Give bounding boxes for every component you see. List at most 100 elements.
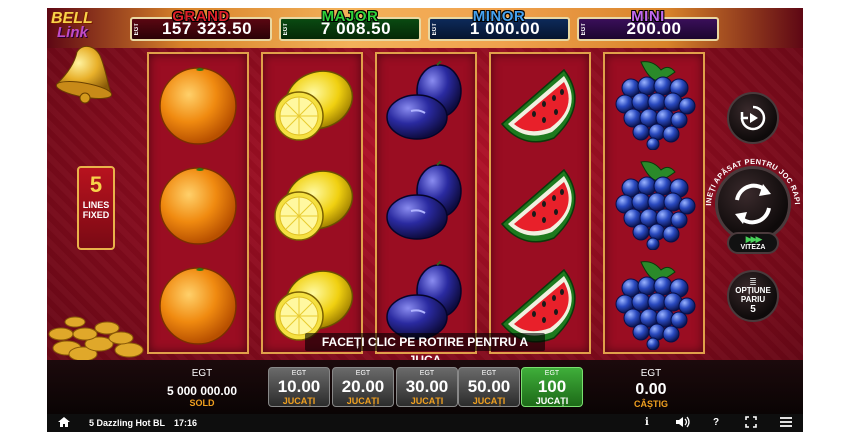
reel-cell (149, 154, 247, 254)
bet-label: JUCAȚI (410, 396, 444, 406)
bet-value: 20.00 (341, 377, 385, 396)
lemon-icon (274, 270, 354, 341)
bet-label: JUCAȚI (472, 396, 506, 406)
speed-label: VITEZA (740, 244, 766, 251)
reel-cell (605, 54, 703, 154)
bell-link-logo: BELL Link (49, 10, 129, 106)
reel-3 (375, 52, 477, 354)
win-label: CÂȘTIG (633, 399, 668, 409)
autoplay-icon (740, 105, 766, 131)
game-name: 5 Dazzling Hot BL (89, 418, 165, 428)
reel-2 (261, 52, 363, 354)
reel-cell (605, 154, 703, 254)
bet-value: 30.00 (405, 377, 449, 396)
jackpot-name: MINI (631, 8, 665, 25)
info-icon[interactable]: i (645, 414, 649, 432)
jackpot-name: GRAND (172, 8, 230, 25)
bet-button-20[interactable]: EGT 20.00 JUCAȚI (332, 367, 394, 407)
lines-label: LINES FIXED (79, 200, 113, 220)
bet-label: JUCAȚI (282, 396, 316, 406)
reel-5 (603, 52, 705, 354)
plum-icon (386, 161, 462, 240)
logo-link-text: Link (57, 24, 88, 41)
lines-count: 5 (89, 172, 103, 197)
bet-options-label-line1: OPȚIUNE (735, 285, 771, 295)
balance-currency: EGT (191, 368, 213, 379)
grapes-icon (615, 61, 696, 150)
bet-options-label-line2: PARIU (740, 294, 766, 304)
reel-4 (489, 52, 591, 354)
lemon-icon (274, 70, 354, 141)
fullscreen-icon[interactable] (745, 414, 757, 432)
reel-cell (491, 54, 589, 154)
grapes-icon (615, 261, 696, 350)
plum-icon (386, 61, 462, 140)
home-icon[interactable] (57, 414, 71, 432)
reel-cell (605, 254, 703, 354)
grapes-icon (615, 161, 696, 250)
win-currency: EGT (640, 368, 662, 379)
reel-cell (149, 54, 247, 154)
balance-display: EGT 5 000 000.00 SOLD (157, 368, 247, 408)
bet-label: JUCAȚI (535, 396, 569, 406)
coin-stack-icon: ≣ (749, 276, 757, 287)
jackpot-currency: EGT (134, 22, 140, 36)
win-display: EGT 0.00 CÂȘTIG (621, 368, 681, 409)
bottom-panel: EGT 5 000 000.00 SOLD EGT 10.00 JUCAȚI E… (47, 360, 803, 414)
bet-options-value: 5 (750, 303, 756, 315)
watermelon-icon (500, 68, 576, 143)
balance-label: SOLD (189, 398, 215, 408)
reel-cell (263, 54, 361, 154)
jackpot-name: MAJOR (321, 8, 379, 25)
bet-options-label: OPȚIUNE PARIU (735, 286, 771, 304)
status-bar: 5 Dazzling Hot BL 17:16 i ? (47, 414, 803, 432)
clock: 17:16 (174, 418, 198, 428)
lines-label-line2: FIXED (82, 210, 110, 220)
reel-1 (147, 52, 249, 354)
win-value: 0.00 (635, 381, 667, 398)
jackpot-major: MAJOR EGT 7 008.50 (279, 8, 421, 41)
reel-cell (149, 254, 247, 354)
gold-coins-icon (48, 316, 144, 362)
bet-options-button[interactable]: ≣ OPȚIUNE PARIU 5 (727, 270, 779, 322)
balance-value: 5 000 000.00 (166, 384, 238, 398)
game-area: GRAND EGT 157 323.50 MAJOR EGT 7 008.50 … (47, 8, 803, 414)
jackpot-grand: GRAND EGT 157 323.50 (130, 8, 272, 41)
bet-button-100[interactable]: EGT 100 JUCAȚI (521, 367, 583, 407)
watermelon-icon (500, 168, 576, 243)
reel-cell (263, 154, 361, 254)
reel-cell (377, 154, 475, 254)
bet-label: JUCAȚI (346, 396, 380, 406)
bet-button-50[interactable]: EGT 50.00 JUCAȚI (458, 367, 520, 407)
reel-cell (491, 154, 589, 254)
orange-icon (159, 167, 237, 245)
help-icon[interactable]: ? (713, 414, 719, 432)
bet-value: 50.00 (467, 377, 511, 396)
spin-icon (735, 183, 771, 225)
watermelon-icon (500, 268, 576, 343)
menu-icon[interactable] (779, 414, 793, 432)
jackpot-mini: MINI EGT 200.00 (577, 8, 719, 41)
reel-cell (377, 54, 475, 154)
bet-button-10[interactable]: EGT 10.00 JUCAȚI (268, 367, 330, 407)
jackpot-name: MINOR (472, 8, 526, 25)
spin-message: FACEȚI CLIC PE ROTIRE PENTRU A JUCA (305, 333, 545, 367)
fast-forward-icon: ▶▶▶ (745, 234, 763, 244)
lines-label-line1: LINES (82, 200, 110, 210)
jackpot-currency: EGT (283, 22, 289, 36)
orange-icon (159, 67, 237, 145)
jackpot-currency: EGT (581, 22, 587, 36)
jackpot-bar: GRAND EGT 157 323.50 MAJOR EGT 7 008.50 … (47, 8, 803, 48)
bet-value: 10.00 (277, 377, 321, 396)
lines-fixed-panel: 5 LINES FIXED (77, 166, 115, 250)
lemon-icon (274, 170, 354, 241)
jackpot-minor: MINOR EGT 1 000.00 (428, 8, 570, 41)
sound-icon[interactable] (675, 414, 691, 432)
autoplay-button[interactable] (727, 92, 779, 144)
spin-button[interactable] (715, 166, 791, 242)
jackpot-currency: EGT (432, 22, 438, 36)
orange-icon (159, 267, 237, 345)
speed-button[interactable]: ▶▶▶ VITEZA (727, 232, 779, 254)
bet-value: 100 (537, 377, 567, 396)
bet-button-30[interactable]: EGT 30.00 JUCAȚI (396, 367, 458, 407)
